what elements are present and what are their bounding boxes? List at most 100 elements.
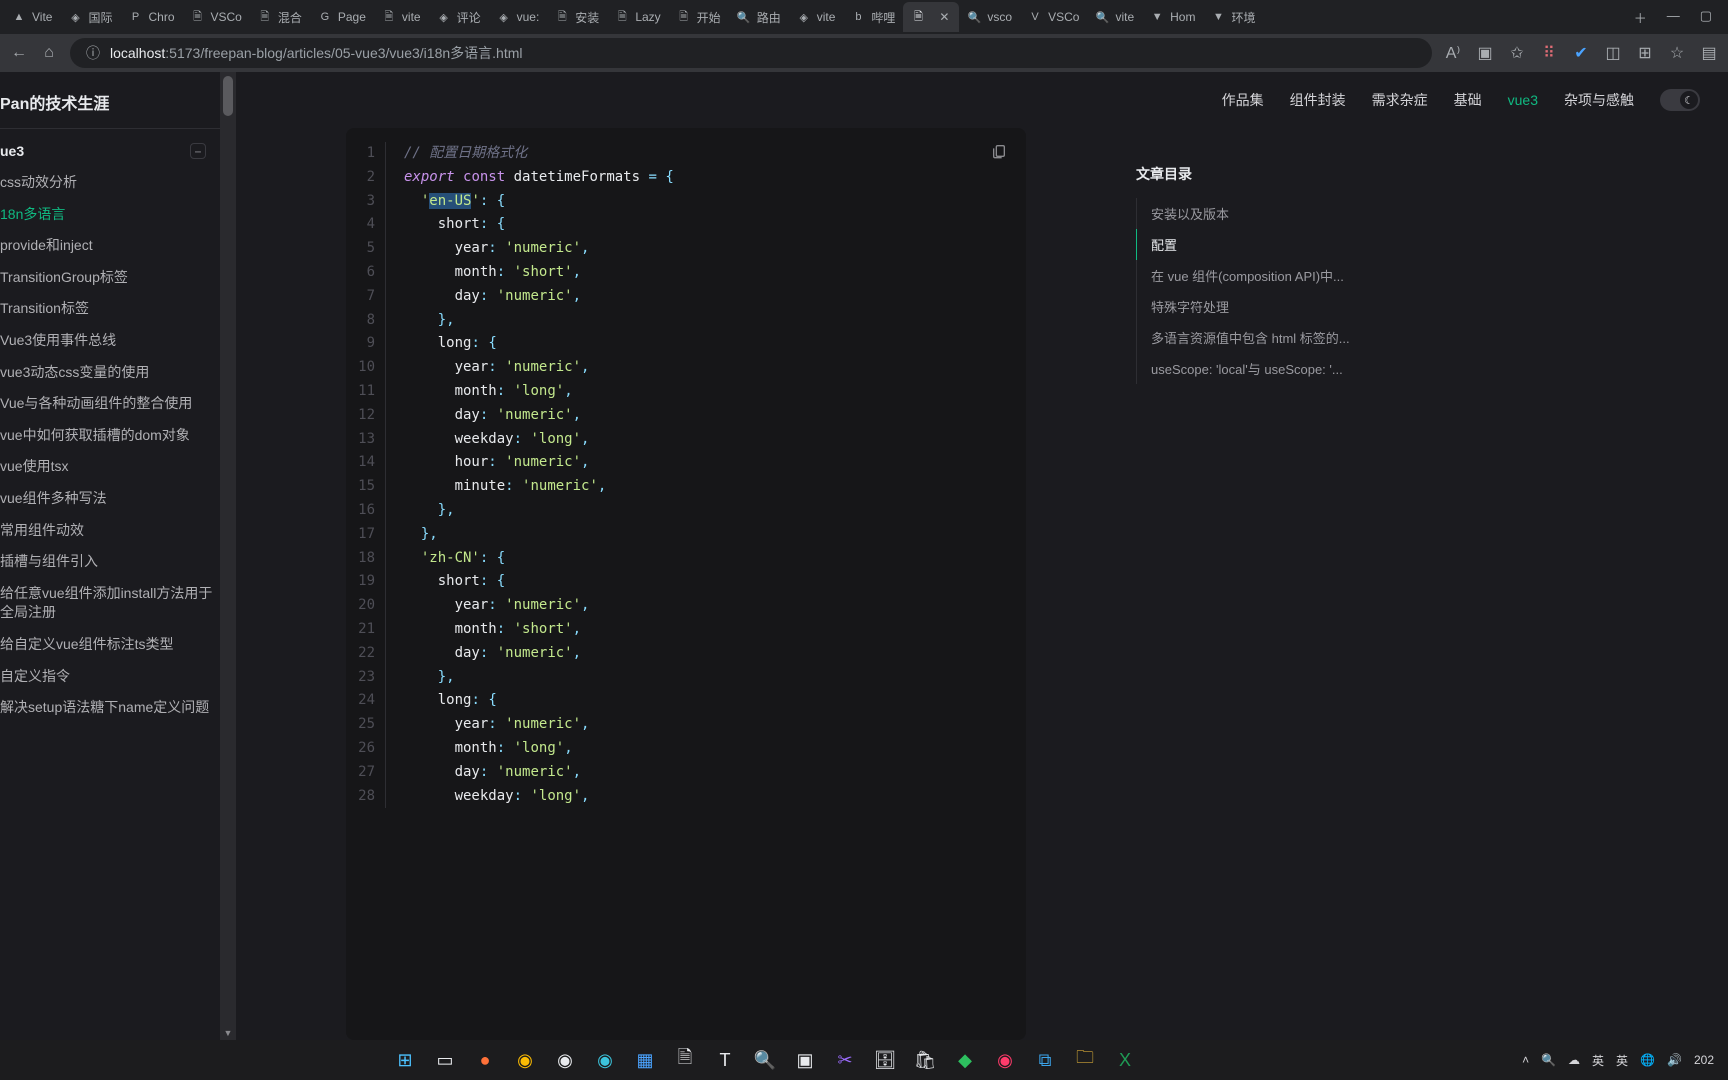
favorites-icon[interactable]: ☆ (1668, 44, 1686, 62)
store-icon[interactable]: 🛍 (909, 1044, 941, 1076)
code-content[interactable]: month: 'short', (404, 261, 581, 285)
sidebar-item[interactable]: 给任意vue组件添加install方法用于全局注册 (0, 578, 220, 629)
close-icon[interactable]: ✕ (937, 10, 951, 24)
code-content[interactable]: minute: 'numeric', (404, 475, 606, 499)
browser-tab[interactable]: ◈国际 (60, 2, 120, 32)
browser-tab[interactable]: 🗎开始 (669, 2, 729, 32)
toc-item[interactable]: useScope: 'local'与 useScope: '... (1136, 353, 1366, 384)
code-content[interactable]: long: { (404, 332, 497, 356)
sidebar-item[interactable]: 给自定义vue组件标注ts类型 (0, 629, 220, 661)
firefox-icon[interactable]: ● (469, 1044, 501, 1076)
code-content[interactable]: year: 'numeric', (404, 237, 589, 261)
ime-indicator[interactable]: 英 (1592, 1052, 1604, 1069)
ime-lang[interactable]: 英 (1616, 1052, 1628, 1069)
terminal-icon[interactable]: ▣ (789, 1044, 821, 1076)
toc-item[interactable]: 安装以及版本 (1136, 198, 1366, 229)
code-content[interactable]: short: { (404, 213, 505, 237)
topnav-item[interactable]: 组件封装 (1290, 90, 1346, 110)
chrome-icon[interactable]: ◉ (549, 1044, 581, 1076)
browser-tab[interactable]: VVSCo (1020, 2, 1087, 32)
code-content[interactable]: day: 'numeric', (404, 761, 581, 785)
code-content[interactable]: hour: 'numeric', (404, 451, 589, 475)
browser-tab[interactable]: 🗎VSCo (183, 2, 250, 32)
code-content[interactable]: year: 'numeric', (404, 594, 589, 618)
edge-icon[interactable]: ◉ (589, 1044, 621, 1076)
code-content[interactable]: }, (404, 309, 455, 333)
toc-item[interactable]: 特殊字符处理 (1136, 291, 1366, 322)
collections-icon[interactable]: ▤ (1700, 44, 1718, 62)
scroll-down-icon[interactable]: ▼ (220, 1026, 236, 1040)
code-content[interactable]: day: 'numeric', (404, 642, 581, 666)
scroll-thumb[interactable] (223, 76, 233, 116)
new-tab-button[interactable]: ＋ (1634, 8, 1647, 27)
snip-icon[interactable]: ✂ (829, 1044, 861, 1076)
tray-search-icon[interactable]: 🔍 (1541, 1053, 1556, 1067)
maximize-button[interactable]: ▢ (1700, 8, 1712, 27)
wechat-icon[interactable]: ◆ (949, 1044, 981, 1076)
browser-tab[interactable]: ▼环境 (1203, 2, 1263, 32)
sidebar-item[interactable]: TransitionGroup标签 (0, 262, 220, 294)
topnav-item[interactable]: 基础 (1454, 90, 1482, 110)
tray-onedrive-icon[interactable]: ☁ (1568, 1053, 1580, 1067)
search-app-icon[interactable]: 🔍 (749, 1044, 781, 1076)
explorer-icon[interactable]: 🗀 (1069, 1044, 1101, 1076)
sidebar-item[interactable]: 常用组件动效 (0, 515, 220, 547)
extension-icon[interactable]: ⠿ (1540, 44, 1558, 62)
collapse-icon[interactable]: – (190, 143, 206, 159)
sidebar-item[interactable]: 自定义指令 (0, 661, 220, 693)
sidebar-item[interactable]: provide和inject (0, 230, 220, 262)
favorite-icon[interactable]: ✩ (1508, 44, 1526, 62)
topnav-item[interactable]: vue3 (1508, 92, 1538, 108)
code-content[interactable]: day: 'numeric', (404, 404, 581, 428)
start-button[interactable]: ⊞ (389, 1044, 421, 1076)
theme-toggle[interactable]: ☾ (1660, 89, 1700, 111)
browser-tab[interactable]: ◈评论 (429, 2, 489, 32)
text-icon[interactable]: T (709, 1044, 741, 1076)
browser-tab[interactable]: ▲Vite (4, 2, 60, 32)
topnav-item[interactable]: 杂项与感触 (1564, 90, 1634, 110)
code-content[interactable]: year: 'numeric', (404, 356, 589, 380)
browser-tab[interactable]: PChro (120, 2, 182, 32)
code-content[interactable]: year: 'numeric', (404, 713, 589, 737)
sidebar-item[interactable]: vue使用tsx (0, 451, 220, 483)
code-content[interactable]: day: 'numeric', (404, 285, 581, 309)
topnav-item[interactable]: 需求杂症 (1372, 90, 1428, 110)
code-content[interactable]: 'en-US': { (404, 190, 505, 214)
sidebar-item[interactable]: Vue3使用事件总线 (0, 325, 220, 357)
sidebar-item[interactable]: 18n多语言 (0, 199, 220, 231)
volume-icon[interactable]: 🔊 (1667, 1053, 1682, 1067)
browser-tab[interactable]: 🔍路由 (729, 2, 789, 32)
sidebar-item[interactable]: Vue与各种动画组件的整合使用 (0, 388, 220, 420)
browser-tab[interactable]: 🔍vite (1087, 2, 1142, 32)
minimize-button[interactable]: — (1667, 8, 1680, 27)
copy-button[interactable] (986, 138, 1012, 164)
read-aloud-icon[interactable]: A⁾ (1444, 44, 1462, 62)
sidebar-item[interactable]: vue组件多种写法 (0, 483, 220, 515)
code-content[interactable]: }, (404, 523, 438, 547)
browser-tab[interactable]: b哔哩 (843, 2, 903, 32)
tray-chevron-icon[interactable]: ˄ (1522, 1053, 1529, 1067)
browser-tab[interactable]: 🗎安装 (547, 2, 607, 32)
clock-year[interactable]: 202 (1694, 1053, 1714, 1067)
home-button[interactable]: ⌂ (40, 44, 58, 62)
site-info-icon[interactable]: ⓘ (84, 44, 102, 62)
code-content[interactable]: month: 'long', (404, 380, 573, 404)
sidebar-item[interactable]: vue3动态css变量的使用 (0, 357, 220, 389)
check-icon[interactable]: ✔ (1572, 44, 1590, 62)
sidebar-item[interactable]: vue中如何获取插槽的dom对象 (0, 420, 220, 452)
code-content[interactable]: long: { (404, 689, 497, 713)
code-content[interactable]: weekday: 'long', (404, 428, 589, 452)
browser-tab[interactable]: 🔍vsco (959, 2, 1020, 32)
browser-tab[interactable]: ◈vite (789, 2, 844, 32)
code-content[interactable]: short: { (404, 570, 505, 594)
browser-tab[interactable]: ▼Hom (1142, 2, 1203, 32)
browser-tab[interactable]: 🗎✕ (903, 2, 959, 32)
toc-item[interactable]: 多语言资源值中包含 html 标签的... (1136, 322, 1366, 353)
task-view-icon[interactable]: ▭ (429, 1044, 461, 1076)
chrome-canary-icon[interactable]: ◉ (509, 1044, 541, 1076)
browser-tab[interactable]: 🗎vite (374, 2, 429, 32)
sidebar-item[interactable]: css动效分析 (0, 167, 220, 199)
sidebar-scrollbar[interactable]: ▲ ▼ (220, 72, 236, 1040)
extensions-icon[interactable]: ⊞ (1636, 44, 1654, 62)
reader-icon[interactable]: ▣ (1476, 44, 1494, 62)
